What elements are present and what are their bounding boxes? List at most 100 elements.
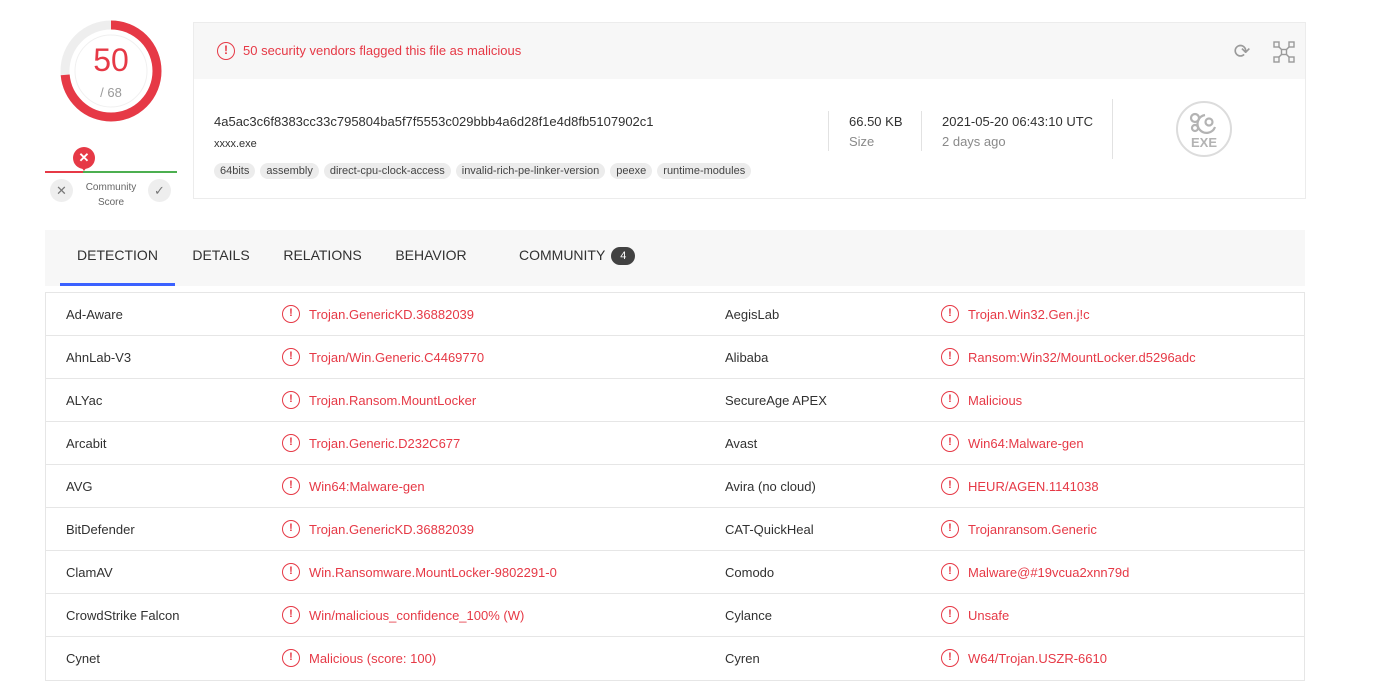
malicious-icon: ! [282, 434, 300, 452]
reload-icon[interactable]: ⟳ [1231, 41, 1253, 63]
malicious-icon: ! [282, 649, 300, 667]
table-row: Cynet! Malicious (score: 100) Cyren! W64/Tr… [46, 637, 1304, 680]
vendor-name: ClamAV [66, 565, 113, 580]
vendor-name: SecureAge APEX [725, 393, 827, 408]
score-total: / 68 [100, 85, 122, 100]
vendor-name: Alibaba [725, 350, 769, 365]
detection-result: Trojan.Win32.Gen.j!c [968, 307, 1090, 322]
vendor-name: BitDefender [66, 522, 135, 537]
vendor-name: Avast [725, 436, 758, 451]
tag[interactable]: invalid-rich-pe-linker-version [455, 163, 606, 179]
malicious-icon: ! [941, 434, 959, 452]
table-row: Arcabit! Trojan.Generic.D232C677 Avast! Win… [46, 422, 1304, 465]
vendor-name: CrowdStrike Falcon [66, 608, 180, 623]
vendor-name: Avira (no cloud) [725, 479, 816, 494]
vote-harmful-x-icon[interactable]: ✕ [50, 179, 73, 202]
detection-result: Malware@#19vcua2xnn79d [968, 565, 1130, 580]
tag[interactable]: runtime-modules [657, 163, 752, 179]
detection-result: Trojan.Generic.D232C677 [309, 436, 461, 451]
detection-result: Malicious (score: 100) [309, 651, 437, 666]
tag[interactable]: direct-cpu-clock-access [323, 163, 451, 179]
vendor-name: AVG [66, 479, 93, 494]
tab-label: DETECTION [77, 247, 158, 263]
tab-relations[interactable]: RELATIONS [281, 230, 364, 286]
alert-text: 50 security vendors flagged this file as… [243, 43, 522, 58]
score-detected: 50 [93, 42, 129, 78]
malicious-icon: ! [282, 606, 300, 624]
community-count-badge: 4 [611, 247, 636, 265]
malicious-icon: ! [282, 520, 300, 538]
table-row: AVG! Win64:Malware-gen Avira (no cloud)! HE… [46, 465, 1304, 508]
exe-file-icon: EXE [1176, 101, 1232, 157]
divider [921, 111, 922, 151]
malicious-icon: ! [941, 520, 959, 538]
file-size-value: 66.50 KB [849, 114, 903, 129]
alert-icon: ! [217, 42, 235, 60]
vendor-name: AhnLab-V3 [66, 350, 132, 365]
detection-score: 50 / 68 [58, 18, 164, 124]
detection-result: Win64:Malware-gen [968, 436, 1084, 451]
vendor-name: Cyren [725, 651, 760, 666]
vendor-name: Cynet [66, 651, 100, 666]
file-name: xxxx.exe [214, 138, 257, 150]
community-score-label: Community Score [85, 182, 137, 208]
vendor-name: Arcabit [66, 436, 107, 451]
detection-result: Trojan.GenericKD.36882039 [309, 522, 475, 537]
tab-label: COMMUNITY [519, 247, 606, 263]
tab-details[interactable]: DETAILS [188, 230, 254, 286]
file-size-label: Size [849, 134, 875, 149]
vendor-name: ALYac [66, 393, 103, 408]
malicious-icon: ! [941, 649, 959, 667]
report-tabs: DETECTION DETAILS RELATIONS BEHAVIOR COM… [45, 230, 1305, 286]
table-row: Ad-Aware! Trojan.GenericKD.36882039 AegisL… [46, 293, 1304, 336]
detection-result: HEUR/AGEN.1141038 [968, 479, 1099, 494]
malicious-icon: ! [282, 477, 300, 495]
analysis-date: 2021-05-20 06:43:10 UTC [942, 114, 1094, 129]
tag[interactable]: 64bits [214, 163, 256, 179]
detections-table: Ad-Aware! Trojan.GenericKD.36882039 AegisL… [45, 292, 1305, 681]
malicious-alert-bar: ! 50 security vendors flagged this file … [194, 23, 1305, 79]
file-summary-card: ! 50 security vendors flagged this file … [193, 22, 1306, 199]
table-row: ALYac! Trojan.Ransom.MountLocker SecureAge… [46, 379, 1304, 422]
divider [828, 111, 829, 151]
detection-result: Trojanransom.Generic [968, 522, 1097, 537]
file-tags: 64bits assembly direct-cpu-clock-access … [214, 163, 752, 179]
tab-label: RELATIONS [283, 247, 362, 263]
tab-community[interactable]: COMMUNITY 4 [519, 230, 649, 286]
community-score-bar [45, 171, 177, 174]
tab-label: BEHAVIOR [395, 247, 467, 263]
community-positive-bar [83, 171, 177, 173]
tag[interactable]: assembly [260, 163, 319, 179]
file-hash[interactable]: 4a5ac3c6f8383cc33c795804ba5f7f5553c029bb… [214, 114, 654, 129]
tab-behavior[interactable]: BEHAVIOR [393, 230, 469, 286]
file-type-label: EXE [1191, 135, 1217, 150]
gears-icon: EXE [1189, 112, 1217, 150]
vendor-name: Ad-Aware [66, 307, 123, 322]
detection-result: Win.Ransomware.MountLocker-9802291-0 [309, 565, 557, 580]
tag[interactable]: peexe [610, 163, 653, 179]
table-row: ClamAV! Win.Ransomware.MountLocker-980229… [46, 551, 1304, 594]
detection-result: W64/Trojan.USZR-6610 [968, 651, 1107, 666]
community-pin-tail [79, 164, 89, 171]
detection-result: Malicious [968, 393, 1023, 408]
vote-harmless-check-icon[interactable]: ✓ [148, 179, 171, 202]
graph-icon[interactable] [1272, 40, 1296, 64]
malicious-icon: ! [941, 563, 959, 581]
detection-result: Unsafe [968, 608, 1010, 623]
malicious-icon: ! [282, 563, 300, 581]
community-negative-bar [45, 171, 83, 173]
detection-result: Trojan/Win.Generic.C4469770 [309, 350, 485, 365]
detection-result: Win64:Malware-gen [309, 479, 425, 494]
malicious-icon: ! [941, 305, 959, 323]
detection-result: Trojan.GenericKD.36882039 [309, 307, 475, 322]
table-row: AhnLab-V3! Trojan/Win.Generic.C4469770 Ali… [46, 336, 1304, 379]
vendor-name: Comodo [725, 565, 775, 580]
malicious-icon: ! [282, 348, 300, 366]
table-row: BitDefender! Trojan.GenericKD.36882039 CAT… [46, 508, 1304, 551]
tab-label: DETAILS [192, 247, 250, 263]
table-row: CrowdStrike Falcon! Win/malicious_confide… [46, 594, 1304, 637]
tab-detection[interactable]: DETECTION [60, 230, 175, 286]
analysis-date-relative: 2 days ago [942, 134, 1006, 149]
malicious-icon: ! [941, 477, 959, 495]
vendor-name: Cylance [725, 608, 772, 623]
